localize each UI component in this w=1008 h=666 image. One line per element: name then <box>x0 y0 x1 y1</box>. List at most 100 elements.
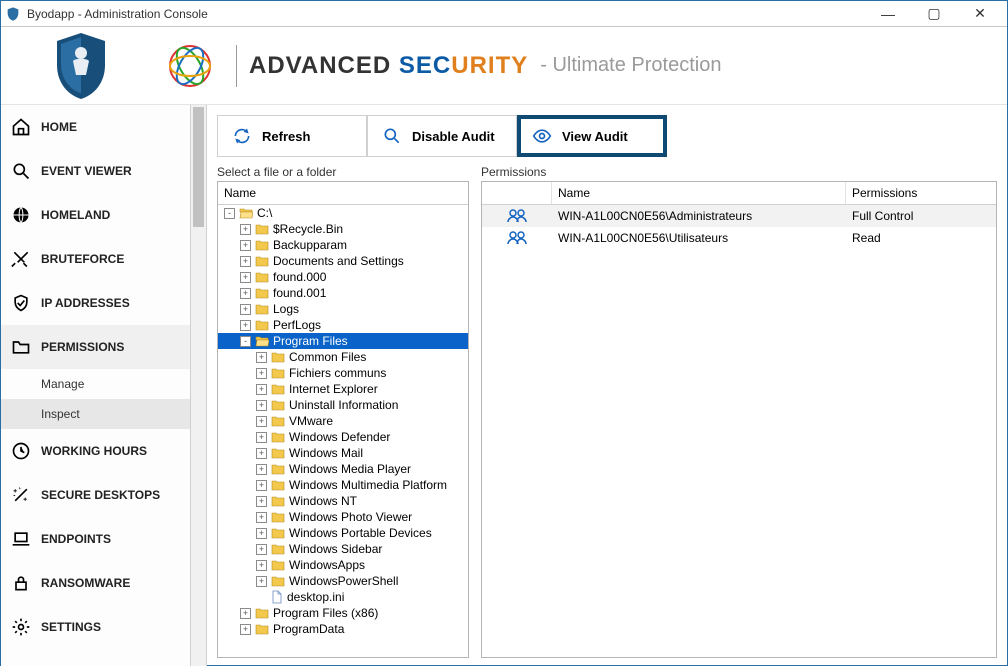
tree-item[interactable]: + Program Files (x86) <box>218 605 468 621</box>
tree-item[interactable]: + found.001 <box>218 285 468 301</box>
sidebar-scrollbar[interactable] <box>191 105 207 666</box>
tree-item[interactable]: +Documents and Settings <box>218 253 468 269</box>
tree-twisty[interactable]: + <box>240 272 251 283</box>
perm-col-name[interactable]: Name <box>552 182 846 204</box>
tree-twisty[interactable]: + <box>256 560 267 571</box>
folder-icon <box>271 399 285 411</box>
tree-label: Windows Portable Devices <box>289 526 432 540</box>
tree-label: found.001 <box>273 286 326 300</box>
tree-twisty[interactable]: + <box>240 224 251 235</box>
tree-label: Windows Multimedia Platform <box>289 478 447 492</box>
tree-twisty[interactable]: + <box>240 320 251 331</box>
tree-item[interactable]: +WindowsApps <box>218 557 468 573</box>
tree-item[interactable]: +WindowsPowerShell <box>218 573 468 589</box>
tree-twisty[interactable]: + <box>256 576 267 587</box>
tree-twisty[interactable]: + <box>256 464 267 475</box>
tree-twisty[interactable]: + <box>256 400 267 411</box>
close-button[interactable]: ✕ <box>957 1 1003 27</box>
tree-item[interactable]: + Windows Portable Devices <box>218 525 468 541</box>
tree-twisty[interactable]: + <box>256 448 267 459</box>
tree-twisty[interactable]: - <box>240 336 251 347</box>
tree-twisty[interactable]: + <box>240 304 251 315</box>
sidebar-sub-inspect[interactable]: Inspect <box>1 399 190 429</box>
tree-item[interactable]: +PerfLogs <box>218 317 468 333</box>
tree-twisty[interactable]: + <box>256 384 267 395</box>
tree-item[interactable]: +found.000 <box>218 269 468 285</box>
folder-icon <box>255 319 269 331</box>
folder-icon <box>255 303 269 315</box>
tree-label: Windows Defender <box>289 430 390 444</box>
view-audit-button[interactable]: View Audit <box>517 115 667 157</box>
tree-item[interactable]: +Common Files <box>218 349 468 365</box>
perm-col-perm[interactable]: Permissions <box>846 182 996 204</box>
sidebar-sub-manage[interactable]: Manage <box>1 369 190 399</box>
tree-label: Windows Media Player <box>289 462 411 476</box>
tree-item[interactable]: desktop.ini <box>218 589 468 605</box>
minimize-button[interactable]: — <box>865 1 911 27</box>
tree-twisty[interactable]: + <box>256 512 267 523</box>
tree-item[interactable]: +Windows Mail <box>218 445 468 461</box>
tree-twisty[interactable]: + <box>240 256 251 267</box>
search-icon <box>11 161 31 181</box>
sidebar-item-permissions[interactable]: PERMISSIONS <box>1 325 190 369</box>
left-panel-title: Select a file or a folder <box>217 165 469 179</box>
tree-item[interactable]: + Windows Defender <box>218 429 468 445</box>
tree-twisty[interactable]: + <box>240 608 251 619</box>
tree-label: Program Files (x86) <box>273 606 378 620</box>
tree-twisty[interactable]: + <box>256 368 267 379</box>
tree-item[interactable]: +VMware <box>218 413 468 429</box>
tree-twisty[interactable]: + <box>256 496 267 507</box>
tree-column-name[interactable]: Name <box>218 182 468 205</box>
tree-twisty[interactable]: + <box>256 480 267 491</box>
tree-item[interactable]: +Internet Explorer <box>218 381 468 397</box>
folder-icon <box>271 495 285 507</box>
sidebar-item-endpoints[interactable]: ENDPOINTS <box>1 517 190 561</box>
sidebar-item-secure-desktops[interactable]: SECURE DESKTOPS <box>1 473 190 517</box>
tree-twisty[interactable]: + <box>256 416 267 427</box>
folder-icon <box>11 337 31 357</box>
header-band: ADVANCED SECURITY - Ultimate Protection <box>1 27 1007 105</box>
sidebar-item-ip-addresses[interactable]: IP ADDRESSES <box>1 281 190 325</box>
tree-twisty[interactable]: + <box>240 624 251 635</box>
tree-item[interactable]: +Backupparam <box>218 237 468 253</box>
tree-item[interactable]: +Windows NT <box>218 493 468 509</box>
tree-item[interactable]: +ProgramData <box>218 621 468 637</box>
tree-twisty[interactable]: + <box>256 528 267 539</box>
folder-icon <box>271 383 285 395</box>
tree-item[interactable]: -C:\ <box>218 205 468 221</box>
sidebar-item-homeland[interactable]: HOMELAND <box>1 193 190 237</box>
tree-item[interactable]: + Windows Sidebar <box>218 541 468 557</box>
tree-item[interactable]: + Windows Media Player <box>218 461 468 477</box>
sidebar-item-event-viewer[interactable]: EVENT VIEWER <box>1 149 190 193</box>
tree-item[interactable]: -Program Files <box>218 333 468 349</box>
sidebar-item-ransomware[interactable]: RANSOMWARE <box>1 561 190 605</box>
maximize-button[interactable]: ▢ <box>911 1 957 27</box>
folder-icon <box>271 479 285 491</box>
tree-item[interactable]: +Fichiers communs <box>218 365 468 381</box>
tree-item[interactable]: +Uninstall Information <box>218 397 468 413</box>
perm-row[interactable]: WIN-A1L00CN0E56\UtilisateursRead <box>482 227 996 249</box>
sidebar-item-home[interactable]: HOME <box>1 105 190 149</box>
tree-item[interactable]: +Logs <box>218 301 468 317</box>
tree-twisty[interactable]: + <box>240 288 251 299</box>
tree-twisty[interactable]: + <box>256 432 267 443</box>
sidebar-item-settings[interactable]: SETTINGS <box>1 605 190 649</box>
disable-audit-button[interactable]: Disable Audit <box>367 115 517 157</box>
perm-row[interactable]: WIN-A1L00CN0E56\AdministrateursFull Cont… <box>482 205 996 227</box>
sidebar-item-bruteforce[interactable]: BRUTEFORCE <box>1 237 190 281</box>
folder-icon <box>271 575 285 587</box>
folder-icon <box>271 367 285 379</box>
tree-label: Windows Sidebar <box>289 542 382 556</box>
sidebar: HOMEEVENT VIEWERHOMELANDBRUTEFORCEIP ADD… <box>1 105 191 666</box>
tree-label: desktop.ini <box>287 590 344 604</box>
folder-tree[interactable]: -C:\+$Recycle.Bin+Backupparam+Documents … <box>218 205 468 656</box>
tree-twisty[interactable]: - <box>224 208 235 219</box>
tree-item[interactable]: +$Recycle.Bin <box>218 221 468 237</box>
tree-item[interactable]: +Windows Photo Viewer <box>218 509 468 525</box>
sidebar-item-working-hours[interactable]: WORKING HOURS <box>1 429 190 473</box>
tree-twisty[interactable]: + <box>256 544 267 555</box>
refresh-button[interactable]: Refresh <box>217 115 367 157</box>
tree-twisty[interactable]: + <box>256 352 267 363</box>
tree-item[interactable]: + Windows Multimedia Platform <box>218 477 468 493</box>
tree-twisty[interactable]: + <box>240 240 251 251</box>
